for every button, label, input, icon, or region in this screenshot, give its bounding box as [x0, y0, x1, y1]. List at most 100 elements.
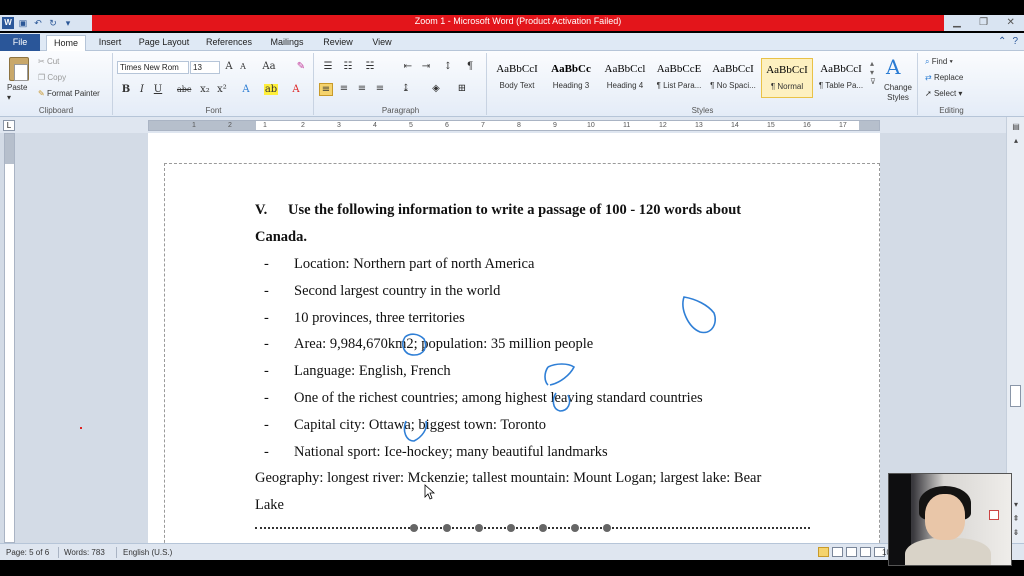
ruler-number: 9: [553, 122, 557, 129]
tab-file[interactable]: File: [0, 34, 40, 51]
italic-icon[interactable]: I: [135, 84, 149, 95]
cut-icon: ✂: [38, 57, 47, 66]
justify-icon[interactable]: ≡: [373, 83, 387, 94]
customize-icon[interactable]: ▾: [62, 17, 74, 29]
style-heading-3[interactable]: AaBbCc Heading 3: [545, 58, 597, 98]
line-spacing-icon[interactable]: ↨: [399, 83, 413, 94]
highlight-icon[interactable]: ab: [264, 84, 278, 95]
paste-button[interactable]: Paste: [7, 83, 27, 92]
font-color-icon[interactable]: A: [289, 84, 303, 95]
strikethrough-icon[interactable]: abc: [177, 85, 191, 94]
align-center-icon[interactable]: ≡: [337, 83, 351, 94]
change-styles-icon[interactable]: A: [886, 55, 900, 79]
ruler-number: 2: [228, 122, 232, 129]
find-button[interactable]: ⌕ Find ▾: [925, 57, 953, 67]
align-right-icon[interactable]: ≡: [355, 83, 369, 94]
borders-icon[interactable]: ⊞: [455, 83, 469, 94]
tab-home[interactable]: Home: [46, 35, 86, 51]
language-indicator[interactable]: English (U.S.): [123, 548, 172, 557]
superscript-icon[interactable]: x²: [215, 84, 229, 95]
style-normal[interactable]: AaBbCcI ¶ Normal: [761, 58, 813, 98]
page-counter[interactable]: Page: 5 of 6: [6, 548, 49, 557]
undo-icon[interactable]: ↶: [32, 17, 44, 29]
help-icon[interactable]: ?: [1012, 36, 1018, 47]
tab-insert[interactable]: Insert: [92, 35, 128, 51]
document-area[interactable]: V. Use the following information to write…: [0, 133, 1024, 543]
underline-icon[interactable]: U: [151, 84, 165, 95]
pen-stroke-2: [402, 333, 427, 356]
ruler-number: 1: [263, 122, 267, 129]
font-size-combo[interactable]: 13: [190, 61, 220, 74]
align-left-icon[interactable]: ≡: [319, 83, 333, 96]
style-sample: AaBbCc: [551, 63, 591, 75]
shading-icon[interactable]: ◈: [429, 83, 443, 94]
font-name-combo[interactable]: Times New Rom: [117, 61, 189, 74]
full-screen-reading-icon[interactable]: [832, 547, 843, 557]
horizontal-ruler[interactable]: 1 2 1 2 3 4 5 6 7 8 9 10 11 12 13 14 15 …: [148, 120, 880, 131]
bold-icon[interactable]: B: [119, 84, 133, 95]
tab-mailings[interactable]: Mailings: [264, 35, 310, 51]
title-strip: Zoom 1 - Microsoft Word (Product Activat…: [92, 15, 944, 31]
scroll-up-icon[interactable]: ▴: [1010, 135, 1022, 147]
collapse-ribbon-icon[interactable]: ⌃: [998, 36, 1006, 47]
help-area: ⌃ ?: [998, 36, 1018, 47]
style-body-text[interactable]: AaBbCcI Body Text: [491, 58, 543, 98]
cut-label: Cut: [46, 57, 60, 66]
redo-icon[interactable]: ↻: [47, 17, 59, 29]
tab-review[interactable]: Review: [318, 35, 358, 51]
paste-icon[interactable]: [9, 57, 29, 81]
increase-indent-icon[interactable]: ⇥: [419, 61, 433, 72]
webcam-wall-sticker: [989, 510, 999, 520]
ribbon: Paste ▾ ✂ Cut ❐ Copy ✎ Format Painter Cl…: [0, 51, 1024, 117]
style-name: Heading 4: [606, 81, 644, 90]
style-heading-4[interactable]: AaBbCcl Heading 4: [599, 58, 651, 98]
tab-selector-icon[interactable]: L: [3, 120, 15, 131]
style-sample: AaBbCcI: [820, 63, 862, 75]
close-icon[interactable]: ✕: [1006, 15, 1014, 31]
styles-label: Styles: [691, 106, 714, 115]
cut-button[interactable]: ✂ Cut: [38, 57, 59, 66]
window-title: Zoom 1 - Microsoft Word (Product Activat…: [414, 16, 622, 26]
clipboard-label: Clipboard: [38, 106, 74, 115]
style-list-paragraph[interactable]: AaBbCcE ¶ List Para...: [653, 58, 705, 98]
style-sample: AaBbCcI: [766, 64, 808, 76]
text-effects-icon[interactable]: A: [239, 84, 253, 95]
save-icon[interactable]: ▣: [17, 17, 29, 29]
sort-icon[interactable]: ↕: [441, 61, 455, 72]
bullets-icon[interactable]: ☰: [321, 61, 335, 72]
tab-references[interactable]: References: [202, 35, 256, 51]
ruler-margin-right: [859, 121, 879, 130]
outline-icon[interactable]: [860, 547, 871, 557]
pen-annotations: [80, 296, 716, 500]
word-app-icon[interactable]: W: [2, 17, 14, 29]
grow-font-icon[interactable]: A: [222, 61, 236, 72]
subscript-icon[interactable]: x₂: [198, 84, 212, 95]
word-count[interactable]: Words: 783: [64, 548, 105, 557]
shrink-font-icon[interactable]: A: [236, 62, 250, 71]
show-formatting-icon[interactable]: ¶: [463, 61, 477, 72]
ruler-toggle-icon[interactable]: ▤: [1010, 121, 1022, 133]
numbering-icon[interactable]: ☷: [341, 61, 355, 72]
web-layout-icon[interactable]: [846, 547, 857, 557]
copy-button[interactable]: ❐ Copy: [38, 73, 66, 82]
decrease-indent-icon[interactable]: ⇤: [401, 61, 415, 72]
tab-view[interactable]: View: [366, 35, 398, 51]
styles-scroll-icon[interactable]: ▴ ▾ ⊽: [870, 59, 876, 86]
minimize-icon[interactable]: ▁: [953, 15, 961, 31]
print-layout-icon[interactable]: [818, 547, 829, 557]
replace-button[interactable]: ⇄ Replace: [925, 73, 963, 82]
multilevel-list-icon[interactable]: ☵: [363, 61, 377, 72]
style-table-paragraph[interactable]: AaBbCcI ¶ Table Pa...: [815, 58, 867, 98]
restore-icon[interactable]: ❐: [979, 15, 988, 31]
change-case-icon[interactable]: Aa: [262, 61, 276, 72]
style-no-spacing[interactable]: AaBbCcI ¶ No Spaci...: [707, 58, 759, 98]
clear-format-icon[interactable]: ✎: [294, 61, 308, 72]
select-button[interactable]: ➚ Select ▾: [925, 89, 962, 98]
format-painter-button[interactable]: ✎ Format Painter: [38, 89, 100, 98]
paste-dropdown-icon[interactable]: ▾: [7, 93, 11, 102]
scroll-thumb[interactable]: [1010, 385, 1021, 407]
style-name: ¶ Table Pa...: [818, 81, 864, 90]
tab-page-layout[interactable]: Page Layout: [136, 35, 192, 51]
ruler-number: 6: [445, 122, 449, 129]
change-styles-button[interactable]: Change Styles: [882, 83, 914, 103]
